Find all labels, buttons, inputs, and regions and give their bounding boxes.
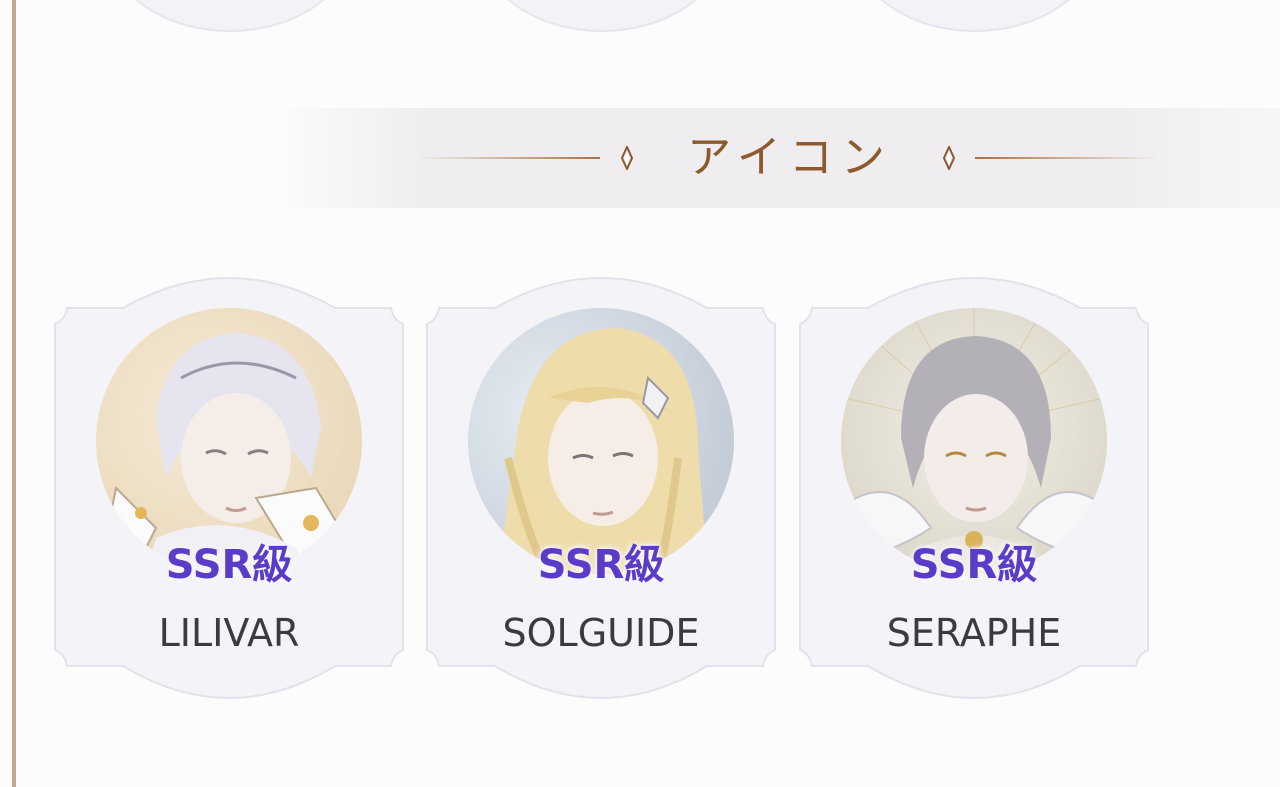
avatar [468, 308, 734, 574]
rarity-badge: SSR級 [910, 542, 1038, 588]
left-border-rule [12, 0, 16, 787]
previous-item-card[interactable] [105, 0, 355, 32]
rarity-badge: SSR級 [537, 542, 665, 588]
icon-collection-page: アイコン SSR級 LILIVAR SSR級 SOLGUIDE SSR級 SER… [0, 0, 1280, 787]
icon-card-seraphe[interactable]: SSR級 SERAPHE [798, 268, 1150, 712]
icon-name: SOLGUIDE [502, 611, 700, 655]
rarity-badge: SSR級 [165, 542, 293, 588]
icon-name: LILIVAR [158, 611, 300, 655]
section-title: アイコン [687, 132, 893, 183]
previous-item-card[interactable] [850, 0, 1100, 32]
icon-name: SERAPHE [886, 611, 1062, 655]
diamond-ornament-icon [942, 146, 956, 170]
header-divider-left [418, 157, 600, 159]
icon-card-lilivar[interactable]: SSR級 LILIVAR [53, 268, 405, 712]
previous-item-card[interactable] [477, 0, 727, 32]
diamond-ornament-icon [620, 146, 634, 170]
icon-card-solguide[interactable]: SSR級 SOLGUIDE [425, 268, 777, 712]
avatar [841, 308, 1107, 574]
avatar [96, 308, 362, 574]
header-divider-right [975, 157, 1160, 159]
